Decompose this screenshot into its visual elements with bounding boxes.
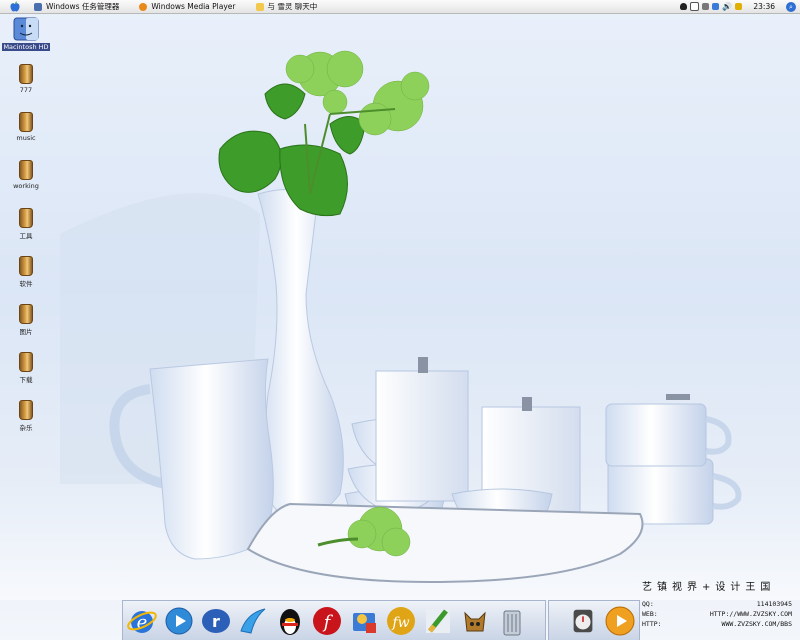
clock[interactable]: 23:36 (753, 2, 775, 11)
desktop-icon-downloads[interactable]: 下载 (8, 352, 44, 384)
warrior-game-icon[interactable] (458, 604, 492, 638)
folder-jar-icon (19, 352, 33, 372)
watermark-qq-label: QQ: (642, 600, 654, 608)
desktop-icon-label: 软件 (19, 280, 33, 288)
media-player-icon[interactable] (162, 604, 196, 638)
spotlight-search-icon[interactable]: ⌕ (786, 1, 796, 12)
desktop-icon-software[interactable]: 软件 (8, 256, 44, 288)
play-icon[interactable] (604, 604, 636, 638)
system-tray: 🔊 23:36 ⌕ (680, 0, 796, 13)
watermark: 艺镇视界+设计王国 QQ: 114103945 WEB: HTTP://WWW.… (640, 576, 800, 640)
watermark-web-label: WEB: (642, 610, 658, 618)
messenger-icon[interactable] (236, 604, 270, 638)
dock: e r f fw (122, 600, 546, 640)
window-tray-icon[interactable] (690, 2, 700, 11)
pencil-tray-icon[interactable] (735, 3, 743, 10)
chat-icon (255, 2, 264, 11)
menubar-task-manager[interactable]: Windows 任务管理器 (30, 0, 127, 13)
desktop-icon-label: music (16, 134, 36, 142)
desktop-icon-label: 图片 (19, 328, 33, 336)
volume-icon[interactable]: 🔊 (722, 2, 732, 11)
desktop-icon-label: 杂乐 (19, 424, 33, 432)
apple-icon (10, 1, 20, 12)
menubar-chat[interactable]: 与 雪灵 聊天中 (252, 0, 326, 13)
watermark-web-line: WEB: HTTP://WWW.ZVZSKY.COM (642, 610, 792, 618)
folder-jar-icon (19, 400, 33, 420)
task-manager-icon (34, 2, 42, 11)
media-player-icon (139, 2, 148, 11)
watermark-bbs-value: WWW.ZVZSKY.COM/BBS (721, 620, 792, 628)
stacked-cups (605, 394, 742, 525)
watermark-title: 艺镇视界+设计王国 (642, 582, 776, 593)
desktop-icon-label: 777 (19, 86, 33, 94)
network-tray-icon[interactable] (712, 3, 720, 10)
svg-text:r: r (212, 612, 220, 631)
menubar-media-player[interactable]: Windows Media Player (135, 0, 243, 13)
desktop-icon-777[interactable]: 777 (8, 64, 44, 94)
watermark-qq-value: 114103945 (756, 600, 792, 608)
desktop-icon-label: 工具 (19, 232, 33, 240)
apple-menu[interactable] (0, 0, 30, 13)
lidded-box-left (375, 357, 469, 502)
menubar-media-player-label: Windows Media Player (151, 2, 236, 11)
desktop-icon-label: 下载 (19, 376, 33, 384)
internet-explorer-icon[interactable]: e (125, 604, 159, 638)
desktop-icon-music[interactable]: music (8, 112, 44, 142)
menubar-task-manager-label: Windows 任务管理器 (46, 2, 120, 11)
finder-icon (13, 17, 39, 41)
folder-jar-icon (19, 64, 33, 84)
folder-jar-icon (19, 256, 33, 276)
stopwatch-icon[interactable] (567, 604, 599, 638)
dreamweaver-icon[interactable]: fw (384, 604, 418, 638)
folder-jar-icon (19, 304, 33, 324)
desktop-icon-label: Macintosh HD (2, 43, 50, 51)
folder-jar-icon (19, 160, 33, 180)
trash-icon[interactable] (495, 604, 529, 638)
qq-tray-icon[interactable] (680, 3, 688, 10)
desktop-icon-tools[interactable]: 工具 (8, 208, 44, 240)
wallpaper (0, 50, 800, 600)
desktop-icon-working[interactable]: working (8, 160, 44, 190)
dock-right-section (548, 600, 640, 640)
watermark-web-value: HTTP://WWW.ZVZSKY.COM (709, 610, 792, 618)
qq-penguin-icon[interactable] (273, 604, 307, 638)
desktop-icon-misc[interactable]: 杂乐 (8, 400, 44, 432)
flash-icon[interactable]: f (310, 604, 344, 638)
menubar-chat-label: 与 雪灵 聊天中 (267, 2, 318, 11)
watermark-bbs-line: HTTP: WWW.ZVZSKY.COM/BBS (642, 620, 792, 628)
desktop-icon-macintosh-hd[interactable]: Macintosh HD (2, 17, 50, 51)
realplayer-icon[interactable]: r (199, 604, 233, 638)
paint-brush-icon[interactable] (421, 604, 455, 638)
svg-text:fw: fw (391, 615, 409, 631)
watermark-qq-line: QQ: 114103945 (642, 600, 792, 608)
watermark-bbs-label: HTTP: (642, 620, 662, 628)
desktop-icon-pictures[interactable]: 图片 (8, 304, 44, 336)
lock-tray-icon[interactable] (702, 3, 710, 10)
top-menu-bar: Windows 任务管理器 Windows Media Player 与 雪灵 … (0, 0, 800, 14)
folder-jar-icon (19, 208, 33, 228)
image-viewer-icon[interactable] (347, 604, 381, 638)
folder-jar-icon (19, 112, 33, 132)
desktop-icon-label: working (13, 182, 39, 190)
